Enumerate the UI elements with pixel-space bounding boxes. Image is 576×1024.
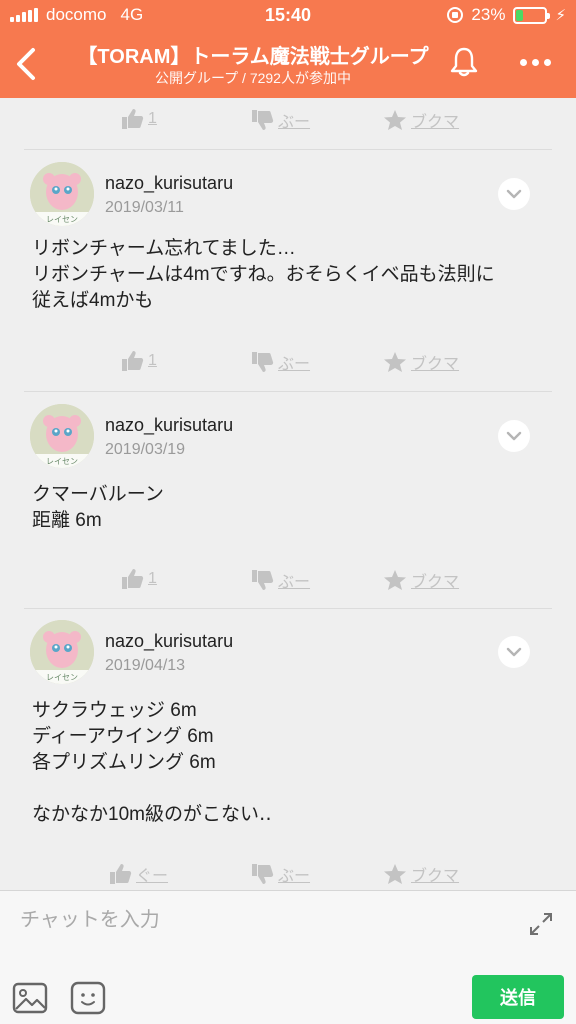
divider (24, 391, 552, 392)
username[interactable]: nazo_kurisutaru (105, 415, 233, 436)
avatar[interactable]: レイセン (30, 404, 94, 468)
bookmark-label: ブクマ (411, 868, 460, 885)
thumbs-up-icon (122, 351, 144, 371)
good-count: 1 (148, 110, 157, 127)
good-button[interactable]: ぐー (108, 862, 168, 886)
post-date: 2019/03/19 (105, 441, 186, 458)
message-feed[interactable]: 1 ぶー ブクマ レイセン nazo_kurisutaru 2019/03/11 (0, 98, 576, 890)
post-body: リボンチャーム忘れてました… リボンチャームは4mですね。おそらくイベ品も法則に… (32, 238, 495, 311)
status-bar: docomo 4G 15:40 23% ⚡ (0, 0, 576, 30)
good-button[interactable]: 1 (120, 108, 157, 130)
boo-button[interactable]: ぶー (250, 350, 310, 374)
post-date: 2019/04/13 (105, 657, 186, 674)
boo-label: ぶー (278, 356, 311, 373)
avatar-caption: レイセン (46, 673, 78, 682)
post-menu-button[interactable] (498, 420, 530, 452)
divider (24, 608, 552, 609)
group-header: 【TORAM】トーラム魔法戦士グループ 公開グループ / 7292人が参加中 (0, 30, 576, 98)
post-item: レイセン nazo_kurisutaru 2019/04/13 サクラウェッジ … (0, 620, 576, 860)
group-title[interactable]: 【TORAM】トーラム魔法戦士グループ (60, 40, 446, 69)
post-date: 2019/03/11 (105, 199, 184, 216)
boo-label: ぶー (278, 868, 311, 885)
post-body: クマーバルーン 距離 6m (32, 484, 164, 531)
good-button[interactable]: 1 (120, 350, 157, 372)
thumbs-down-icon (252, 864, 274, 884)
chat-composer: 送信 (0, 890, 576, 1024)
username[interactable]: nazo_kurisutaru (105, 173, 233, 194)
thumbs-down-icon (252, 570, 274, 590)
post-menu-button[interactable] (498, 636, 530, 668)
back-chevron-icon (17, 48, 35, 80)
chevron-down-icon (506, 189, 522, 199)
notification-button[interactable] (444, 42, 484, 82)
divider (24, 149, 552, 150)
bookmark-label: ブクマ (411, 114, 460, 131)
avatar-caption: レイセン (46, 457, 78, 466)
good-label: ぐー (136, 868, 169, 885)
bell-icon (450, 47, 478, 77)
bookmark-button[interactable]: ブクマ (383, 350, 459, 374)
top-bar: docomo 4G 15:40 23% ⚡ 【TORAM】トーラム魔法戦士グルー… (0, 0, 576, 98)
rotation-lock-icon (447, 7, 464, 23)
bookmark-button[interactable]: ブクマ (383, 862, 459, 886)
star-icon (384, 864, 406, 884)
charging-bolt-icon: ⚡ (555, 7, 566, 24)
image-icon (12, 982, 48, 1014)
boo-label: ぶー (278, 574, 311, 591)
thumbs-up-icon (122, 569, 144, 589)
good-count: 1 (148, 570, 157, 587)
chevron-down-icon (506, 431, 522, 441)
chat-input[interactable] (20, 905, 500, 935)
avatar-image: レイセン (30, 162, 94, 226)
boo-button[interactable]: ぶー (250, 568, 310, 592)
reaction-bar: ぐー ぶー ブクマ (0, 854, 576, 890)
username[interactable]: nazo_kurisutaru (105, 631, 233, 652)
avatar[interactable]: レイセン (30, 162, 94, 226)
reaction-bar: 1 ぶー ブクマ (0, 100, 576, 140)
bookmark-label: ブクマ (411, 574, 460, 591)
bookmark-button[interactable]: ブクマ (383, 108, 459, 132)
avatar-image: レイセン (30, 620, 94, 684)
chevron-down-icon (506, 647, 522, 657)
star-icon (384, 570, 406, 590)
avatar-image: レイセン (30, 404, 94, 468)
back-button[interactable] (8, 40, 44, 88)
expand-icon (530, 913, 552, 935)
more-options-button[interactable] (510, 42, 560, 82)
battery-icon (513, 6, 551, 24)
sticker-icon (70, 981, 106, 1015)
avatar-caption: レイセン (46, 215, 78, 224)
thumbs-up-icon (122, 109, 144, 129)
post-body: サクラウェッジ 6m ディーアウイング 6m 各プリズムリング 6m なかなか1… (32, 700, 272, 825)
thumbs-down-icon (252, 110, 274, 130)
reaction-bar: 1 ぶー ブクマ (0, 342, 576, 382)
avatar[interactable]: レイセン (30, 620, 94, 684)
boo-button[interactable]: ぶー (250, 108, 310, 132)
post-menu-button[interactable] (498, 178, 530, 210)
thumbs-down-icon (252, 352, 274, 372)
star-icon (384, 352, 406, 372)
bookmark-button[interactable]: ブクマ (383, 568, 459, 592)
post-item: レイセン nazo_kurisutaru 2019/03/19 クマーバルーン … (0, 404, 576, 574)
send-button[interactable]: 送信 (472, 975, 564, 1019)
thumbs-up-icon (110, 864, 132, 884)
good-count: 1 (148, 352, 157, 369)
more-dots-icon (519, 58, 527, 66)
star-icon (384, 110, 406, 130)
sticker-button[interactable] (70, 981, 106, 1015)
good-button[interactable]: 1 (120, 568, 157, 590)
group-subtitle: 公開グループ / 7292人が参加中 (155, 70, 351, 86)
boo-label: ぶー (278, 114, 311, 131)
boo-button[interactable]: ぶー (250, 862, 310, 886)
image-button[interactable] (12, 981, 48, 1015)
bookmark-label: ブクマ (411, 356, 460, 373)
reaction-bar: 1 ぶー ブクマ (0, 560, 576, 600)
expand-input-button[interactable] (526, 909, 556, 939)
battery-percent: 23% (471, 5, 506, 24)
